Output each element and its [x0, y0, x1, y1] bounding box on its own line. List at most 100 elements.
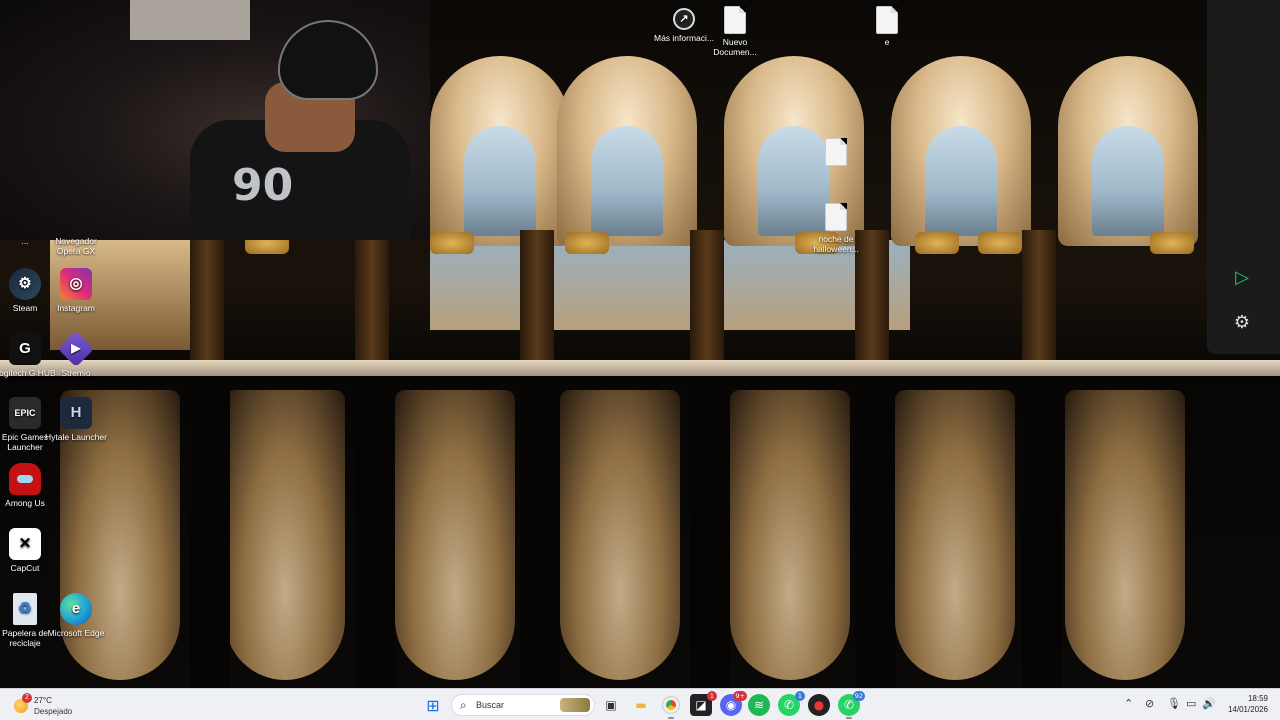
- desktop-icon-among-us[interactable]: Among Us: [0, 463, 56, 508]
- recycle-bin-icon: ♻: [13, 593, 37, 625]
- microphone-icon[interactable]: 🎙: [1167, 697, 1181, 710]
- webcam-overlay: 90: [0, 0, 430, 240]
- desktop-icon-label: Papelera de reciclaje: [2, 628, 48, 648]
- display-icon[interactable]: ▭: [1186, 697, 1196, 710]
- spotify-button[interactable]: ≋: [748, 694, 770, 716]
- desktop-icon-label: Hytale Launcher: [45, 432, 107, 442]
- app-icon: ●: [813, 698, 825, 712]
- desktop-icon-opera-gx[interactable]: Navegador Opera GX: [45, 236, 107, 256]
- wallpaper-column-reflection: [1022, 382, 1062, 688]
- desktop-icon-nuevo-documento[interactable]: Nuevo Documen...: [704, 6, 766, 57]
- desktop-icon-label: e: [884, 37, 890, 47]
- wallpaper-capital: [565, 232, 609, 254]
- clock-date: 14/01/2026: [1227, 705, 1268, 714]
- weather-condition: Despejado: [34, 707, 73, 716]
- text-document-icon: [876, 6, 898, 34]
- whatsapp-business-button[interactable]: ✆ 92: [838, 691, 865, 719]
- chrome-icon: [662, 696, 680, 714]
- notification-badge: 1: [707, 691, 717, 701]
- speaker-icon[interactable]: 🔊: [1202, 697, 1216, 710]
- notification-badge: 92: [852, 691, 865, 701]
- weather-temperature: 27°C: [34, 696, 52, 705]
- notification-badge: 9+: [733, 691, 747, 701]
- active-indicator: [846, 717, 852, 719]
- taskbar: 2 27°C Despejado ⊞ ⌕ Buscar ▣ ▬ ◪ 1 ◉ 9+…: [0, 688, 1280, 720]
- desktop-icon-document-blank[interactable]: [805, 138, 867, 169]
- search-placeholder: Buscar: [476, 700, 505, 710]
- start-button[interactable]: ⊞: [422, 694, 444, 716]
- clock-time: 18:59: [1247, 694, 1268, 703]
- whatsapp-icon: ✆: [783, 698, 795, 712]
- desktop: 90 ... Navegador Opera GX ⚙ Steam ◎ Inst…: [0, 0, 1280, 688]
- desktop-icon-label: Nuevo Documen...: [713, 37, 757, 57]
- instagram-icon: ◎: [60, 268, 92, 300]
- edge-icon: e: [60, 593, 92, 625]
- steam-icon: ⚙: [9, 268, 41, 300]
- desktop-icon-label: Steam: [12, 303, 38, 313]
- wallpaper-arch: [1058, 56, 1198, 246]
- network-off-icon[interactable]: ⊘: [1145, 697, 1154, 710]
- logitech-g-icon: G: [9, 333, 41, 365]
- desktop-icon-stremio[interactable]: ▶ Stremio: [45, 330, 107, 378]
- desktop-icon-label: Epic Games Launcher: [1, 432, 49, 452]
- windows-logo-icon: ⊞: [426, 695, 440, 715]
- gear-icon[interactable]: ⚙: [1227, 307, 1257, 337]
- desktop-icon-label: Instagram: [57, 303, 95, 313]
- wallpaper-reflection: [895, 390, 1015, 680]
- wallpaper-reflection: [395, 390, 515, 680]
- app-icon: ◪: [695, 698, 707, 712]
- file-explorer-button[interactable]: ▬: [630, 694, 652, 716]
- wallpaper-column: [1022, 230, 1056, 370]
- info-circle-icon: ↗: [673, 8, 695, 30]
- desktop-icon-label: CapCut: [10, 563, 40, 573]
- wallpaper-capital: [430, 232, 474, 254]
- pinned-app-red-button[interactable]: ●: [808, 694, 830, 716]
- desktop-icon-hytale[interactable]: H Hytale Launcher: [45, 397, 107, 442]
- webcam-jersey-number: 90: [232, 160, 294, 211]
- wallpaper-column: [690, 230, 724, 370]
- wallpaper-capital: [915, 232, 959, 254]
- wallpaper-column: [190, 230, 224, 370]
- wallpaper-column-reflection: [520, 382, 560, 688]
- desktop-icon-edge[interactable]: e Microsoft Edge: [45, 593, 107, 638]
- wallpaper-column: [355, 230, 389, 370]
- wallpaper-reflection: [225, 390, 345, 680]
- search-highlight-image: [560, 698, 590, 712]
- wallpaper-column-reflection: [190, 382, 230, 688]
- webcam-background-shelf: [130, 0, 250, 40]
- desktop-icon-label: Microsoft Edge: [47, 628, 105, 638]
- stremio-icon: ▶: [57, 330, 95, 368]
- side-overlay-panel: ▷ ⚙: [1207, 0, 1280, 354]
- desktop-icon-label: ...: [21, 236, 29, 246]
- hytale-icon: H: [60, 397, 92, 429]
- discord-button[interactable]: ◉ 9+: [720, 691, 747, 716]
- chevron-up-icon[interactable]: ⌃: [1124, 697, 1133, 710]
- wallpaper-arch: [557, 56, 697, 246]
- text-document-icon: [724, 6, 746, 34]
- desktop-icon-capcut[interactable]: ✕ CapCut: [0, 528, 56, 573]
- weather-widget[interactable]: 2 27°C Despejado: [12, 693, 132, 719]
- chrome-button[interactable]: [660, 694, 682, 719]
- whatsapp-button[interactable]: ✆ 1: [778, 691, 805, 716]
- desktop-icon-instagram[interactable]: ◎ Instagram: [45, 268, 107, 313]
- desktop-icon-noche-halloween[interactable]: noche de halloween...: [805, 203, 867, 254]
- task-view-icon: ▣: [605, 698, 617, 712]
- capcut-icon: ✕: [9, 528, 41, 560]
- wallpaper-column-reflection: [690, 382, 730, 688]
- pinned-app-button[interactable]: ◪ 1: [690, 691, 717, 716]
- text-document-icon: [825, 138, 847, 166]
- text-document-icon: [825, 203, 847, 231]
- desktop-icon-label: Navegador Opera GX: [55, 236, 97, 256]
- desktop-icon-e[interactable]: e: [856, 6, 918, 47]
- among-us-icon: [9, 463, 41, 495]
- search-box[interactable]: ⌕ Buscar: [451, 694, 595, 716]
- wallpaper-reflection: [1065, 390, 1185, 680]
- weather-badge: 2: [22, 693, 32, 703]
- desktop-icon-label: Among Us: [5, 498, 45, 508]
- wallpaper-arch: [891, 56, 1031, 246]
- wallpaper-column: [520, 230, 554, 370]
- clock[interactable]: 18:59 14/01/2026: [1228, 693, 1268, 715]
- whatsapp-icon: ✆: [843, 698, 855, 712]
- play-icon[interactable]: ▷: [1227, 262, 1257, 292]
- task-view-button[interactable]: ▣: [600, 694, 622, 716]
